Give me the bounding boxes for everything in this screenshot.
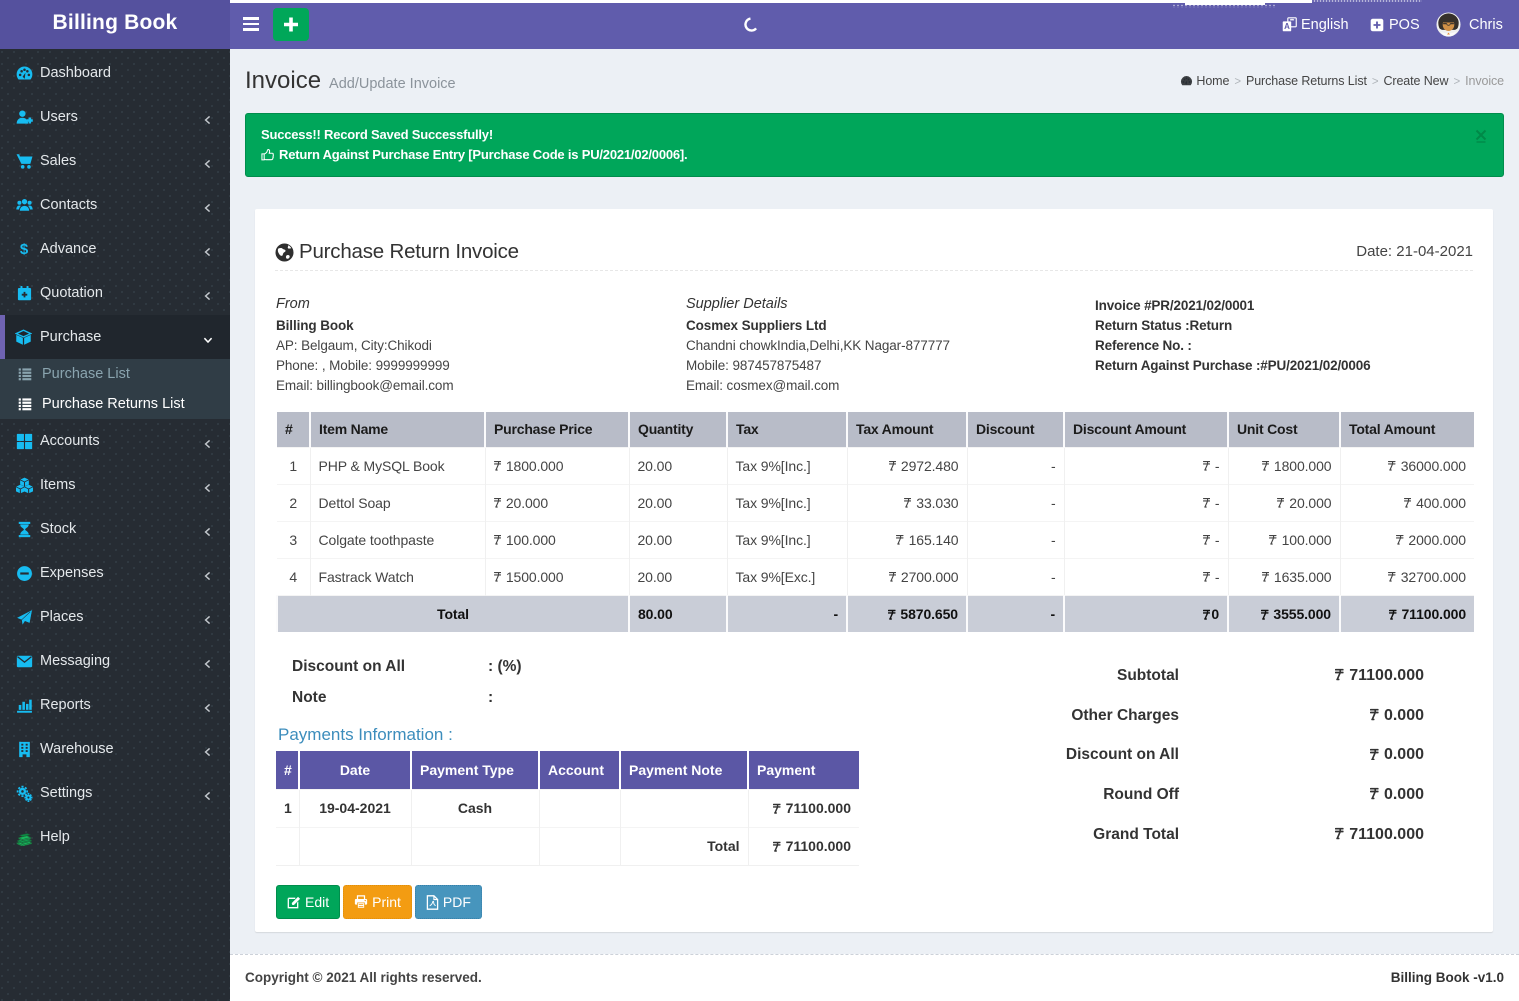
svg-text:A: A (1284, 22, 1290, 31)
